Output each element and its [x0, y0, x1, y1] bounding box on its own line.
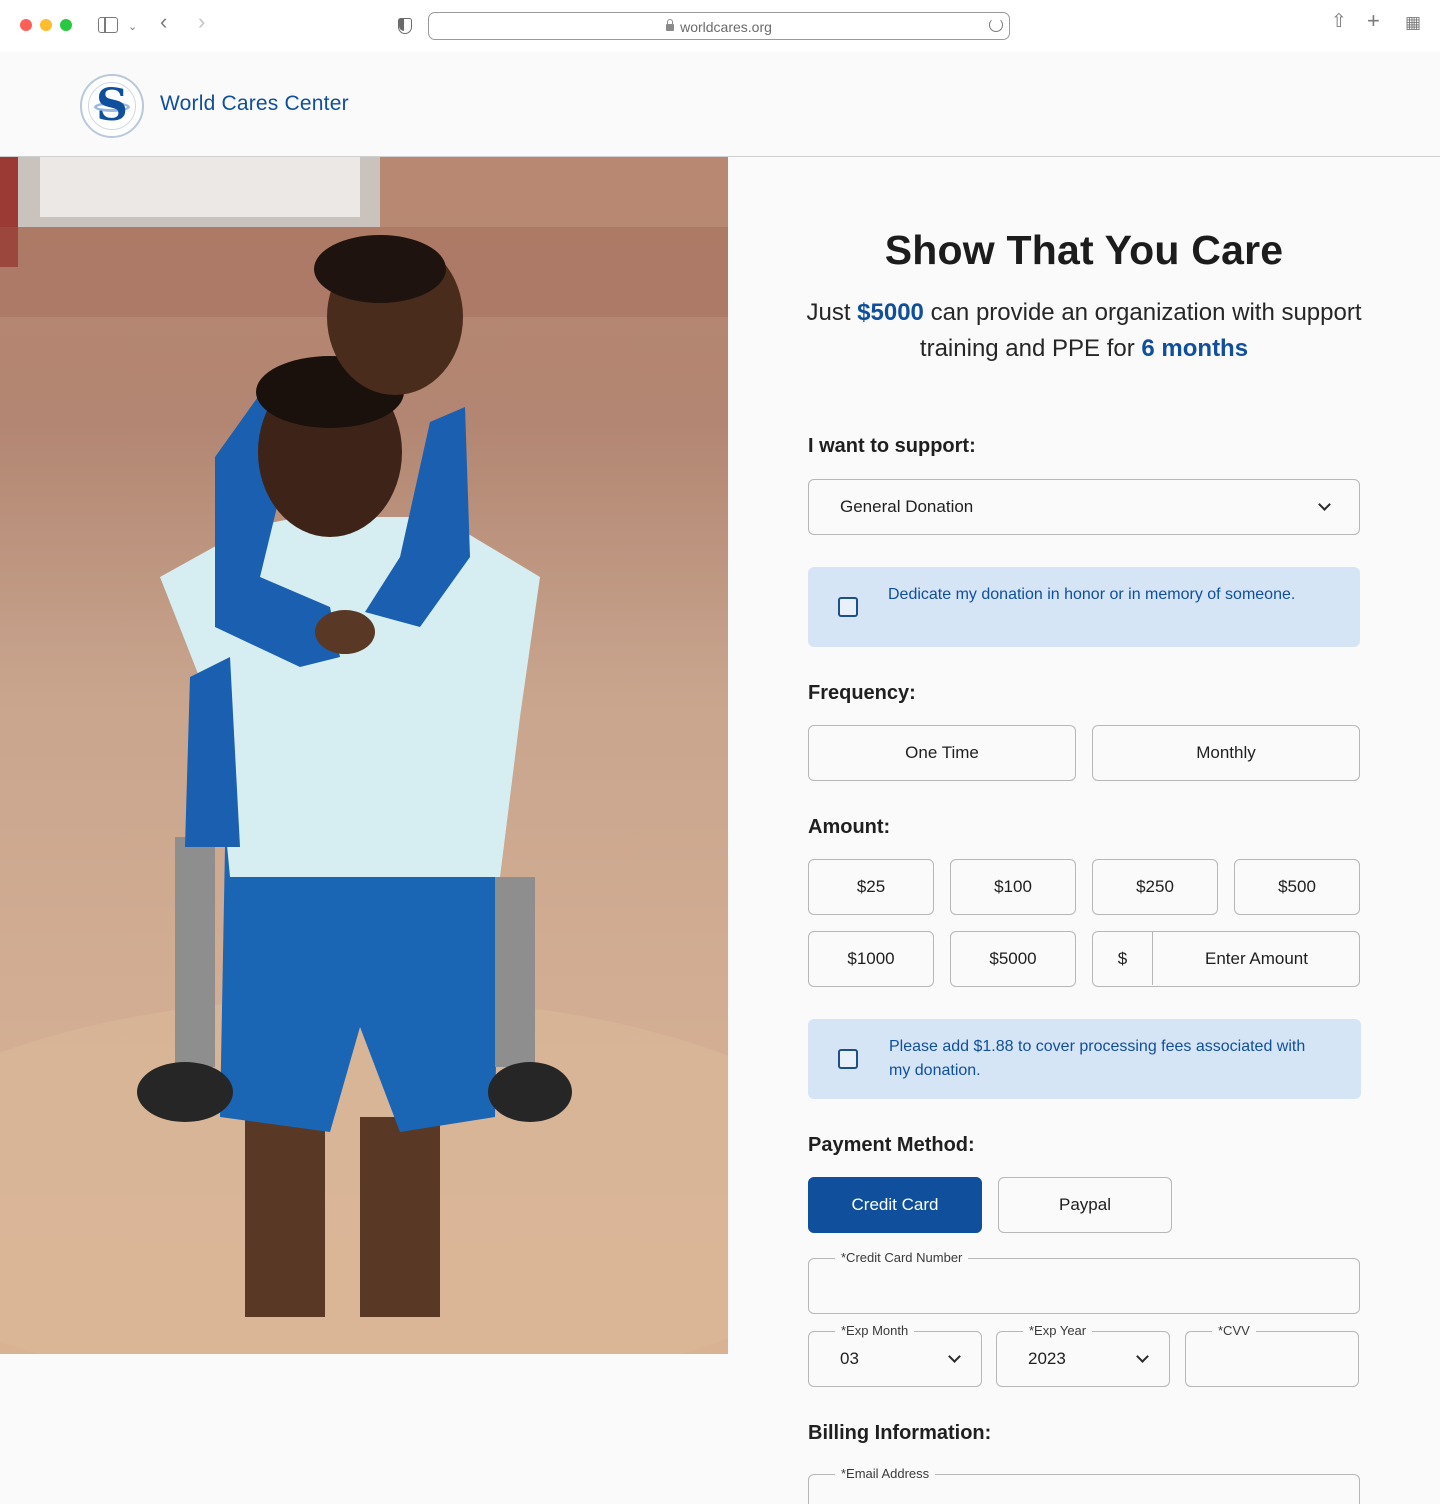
- support-select-value: General Donation: [840, 497, 974, 516]
- site-header: S World Cares Center: [0, 52, 1440, 157]
- chevron-down-icon[interactable]: ⌄: [128, 19, 137, 35]
- exp-month-select[interactable]: *Exp Month 03: [808, 1323, 982, 1387]
- exp-year-value: 2023: [1028, 1349, 1066, 1368]
- minimize-window-button[interactable]: [40, 19, 52, 31]
- amount-100-button[interactable]: $100: [950, 859, 1076, 915]
- share-icon[interactable]: ⇧: [1331, 12, 1347, 31]
- credit-card-number-input[interactable]: [823, 1273, 1345, 1299]
- chevron-down-icon: [948, 1350, 961, 1363]
- amount-5000-button[interactable]: $5000: [950, 931, 1076, 987]
- brand-name[interactable]: World Cares Center: [160, 92, 349, 116]
- close-window-button[interactable]: [20, 19, 32, 31]
- fees-notice: Please add $1.88 to cover processing fee…: [808, 1019, 1361, 1099]
- support-select[interactable]: General Donation: [808, 479, 1360, 535]
- cvv-label: *CVV: [1212, 1323, 1256, 1338]
- cvv-field: *CVV: [1185, 1323, 1359, 1387]
- amount-1000-button[interactable]: $1000: [808, 931, 934, 987]
- amount-label: Amount:: [808, 816, 891, 838]
- dedicate-notice: Dedicate my donation in honor or in memo…: [808, 567, 1360, 647]
- paypal-button[interactable]: Paypal: [998, 1177, 1172, 1233]
- back-icon[interactable]: ‹: [160, 11, 167, 33]
- browser-toolbar: ⌄ ‹ › worldcares.org ⇧ + ▦: [0, 0, 1440, 52]
- billing-label: Billing Information:: [808, 1422, 992, 1444]
- dedicate-checkbox[interactable]: [838, 597, 858, 617]
- credit-card-number-label: *Credit Card Number: [835, 1250, 969, 1265]
- frequency-monthly-button[interactable]: Monthly: [1092, 725, 1360, 781]
- fees-text: Please add $1.88 to cover processing fee…: [889, 1038, 1306, 1079]
- hero-photo: [0, 157, 728, 1354]
- frequency-label: Frequency:: [808, 682, 916, 704]
- currency-prefix: $: [1093, 932, 1153, 985]
- form-title: Show That You Care: [884, 227, 1284, 273]
- sidebar-toggle-icon[interactable]: [98, 17, 118, 33]
- highlight-duration: 6 months: [1141, 335, 1249, 362]
- credit-card-number-field: *Credit Card Number: [808, 1250, 1360, 1314]
- custom-amount-field: $: [1092, 931, 1360, 987]
- exp-year-label: *Exp Year: [1023, 1323, 1093, 1338]
- amount-500-button[interactable]: $500: [1234, 859, 1360, 915]
- exp-month-label: *Exp Month: [835, 1323, 915, 1338]
- cover-fees-checkbox[interactable]: [838, 1049, 858, 1069]
- credit-card-button[interactable]: Credit Card: [808, 1177, 982, 1233]
- chevron-down-icon: [1318, 498, 1331, 511]
- brand-logo[interactable]: S: [80, 74, 144, 138]
- address-bar[interactable]: worldcares.org: [428, 12, 1010, 40]
- email-field: *Email Address: [808, 1466, 1360, 1504]
- exp-month-value: 03: [840, 1349, 859, 1368]
- reload-icon[interactable]: [989, 18, 1003, 32]
- custom-amount-input[interactable]: [1154, 932, 1359, 985]
- lock-icon: [666, 19, 675, 31]
- amount-25-button[interactable]: $25: [808, 859, 934, 915]
- privacy-shield-icon[interactable]: [398, 18, 412, 34]
- chevron-down-icon: [1136, 1350, 1149, 1363]
- frequency-one-time-button[interactable]: One Time: [808, 725, 1076, 781]
- forward-icon[interactable]: ›: [198, 11, 205, 33]
- url-text: worldcares.org: [680, 19, 772, 35]
- payment-method-label: Payment Method:: [808, 1134, 975, 1156]
- form-subtitle: Just $5000 can provide an organization w…: [806, 299, 1362, 362]
- email-label: *Email Address: [835, 1466, 936, 1481]
- support-label: I want to support:: [808, 435, 976, 457]
- dedicate-text: Dedicate my donation in honor or in memo…: [888, 586, 1296, 603]
- amount-250-button[interactable]: $250: [1092, 859, 1218, 915]
- new-tab-icon[interactable]: +: [1367, 10, 1380, 32]
- maximize-window-button[interactable]: [60, 19, 72, 31]
- highlight-amount: $5000: [857, 299, 924, 326]
- tab-overview-icon[interactable]: ▦: [1405, 14, 1421, 31]
- exp-year-select[interactable]: *Exp Year 2023: [996, 1323, 1170, 1387]
- cvv-input[interactable]: [1200, 1346, 1344, 1372]
